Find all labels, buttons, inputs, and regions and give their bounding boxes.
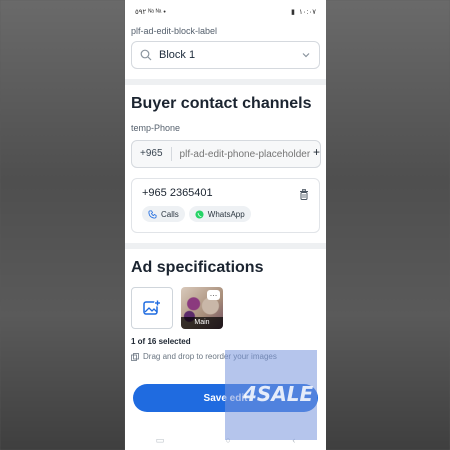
block-section: plf-ad-edit-block-label Block 1 xyxy=(125,24,326,79)
contacts-heading: Buyer contact channels xyxy=(131,95,312,112)
selected-count: 1 of 16 selected xyxy=(131,337,191,346)
chip-calls[interactable]: Calls xyxy=(142,206,185,222)
status-time: ١٠:٠٧ xyxy=(299,9,316,16)
system-nav-bar: ▭ ○ ‹ xyxy=(125,430,326,450)
save-edit-button[interactable]: Save edit xyxy=(133,384,318,412)
chip-calls-label: Calls xyxy=(161,209,179,219)
add-image-icon xyxy=(143,299,161,315)
block-select-value: Block 1 xyxy=(159,49,196,61)
phone-input-row: +965 + xyxy=(131,133,321,168)
status-bar: ٥٩٢ ᴺᵃ ᴺᵃ • ▮ ١٠:٠٧ xyxy=(125,0,326,24)
recents-nav-icon[interactable]: ▭ xyxy=(156,435,165,446)
add-phone-button[interactable]: + xyxy=(313,145,320,159)
main-photo-tag: Main xyxy=(181,317,223,329)
status-right: ▮ ١٠:٠٧ xyxy=(291,8,316,16)
specs-section: Ad specifications … Main 1 of 16 selecte… xyxy=(125,249,326,450)
contacts-section: Buyer contact channels temp-Phone +965 +… xyxy=(125,85,326,243)
phone-screen: ٥٩٢ ᴺᵃ ᴺᵃ • ▮ ١٠:٠٧ plf-ad-edit-block-la… xyxy=(125,0,326,450)
specs-heading: Ad specifications xyxy=(131,259,264,276)
block-label: plf-ad-edit-block-label xyxy=(131,26,218,36)
battery-icon: ▮ xyxy=(291,9,296,16)
chip-whatsapp-label: WhatsApp xyxy=(207,209,245,219)
block-select[interactable]: Block 1 xyxy=(131,41,320,69)
photo-thumbnail[interactable]: … Main xyxy=(181,287,223,329)
phone-label: temp-Phone xyxy=(131,123,181,133)
reorder-hint-text: Drag and drop to reorder your images xyxy=(143,352,277,361)
phone-icon xyxy=(148,209,157,219)
channel-chips: Calls WhatsApp xyxy=(142,206,309,222)
contact-number: +965 2365401 xyxy=(142,187,213,199)
phone-input[interactable] xyxy=(171,148,320,160)
country-code[interactable]: +965 xyxy=(132,147,172,161)
whatsapp-icon xyxy=(195,209,204,219)
chip-whatsapp[interactable]: WhatsApp xyxy=(188,206,251,222)
add-photo-button[interactable] xyxy=(131,287,173,329)
background-left xyxy=(0,0,125,450)
photo-list: … Main xyxy=(131,287,320,329)
contact-entry: +965 2365401 Calls WhatsApp xyxy=(131,178,320,233)
reorder-hint: Drag and drop to reorder your images xyxy=(131,352,320,361)
copy-icon xyxy=(131,352,139,361)
back-nav-icon[interactable]: ‹ xyxy=(292,435,295,445)
status-left: ٥٩٢ ᴺᵃ ᴺᵃ • xyxy=(135,8,166,16)
trash-icon[interactable] xyxy=(299,189,309,200)
status-icons: ٥٩٢ ᴺᵃ ᴺᵃ • xyxy=(135,9,166,16)
chevron-down-icon xyxy=(302,53,310,58)
search-icon xyxy=(140,49,152,61)
phone-field[interactable]: +965 xyxy=(131,140,321,168)
home-nav-icon[interactable]: ○ xyxy=(226,435,231,445)
background-right xyxy=(325,0,450,450)
more-options-button[interactable]: … xyxy=(207,290,220,300)
